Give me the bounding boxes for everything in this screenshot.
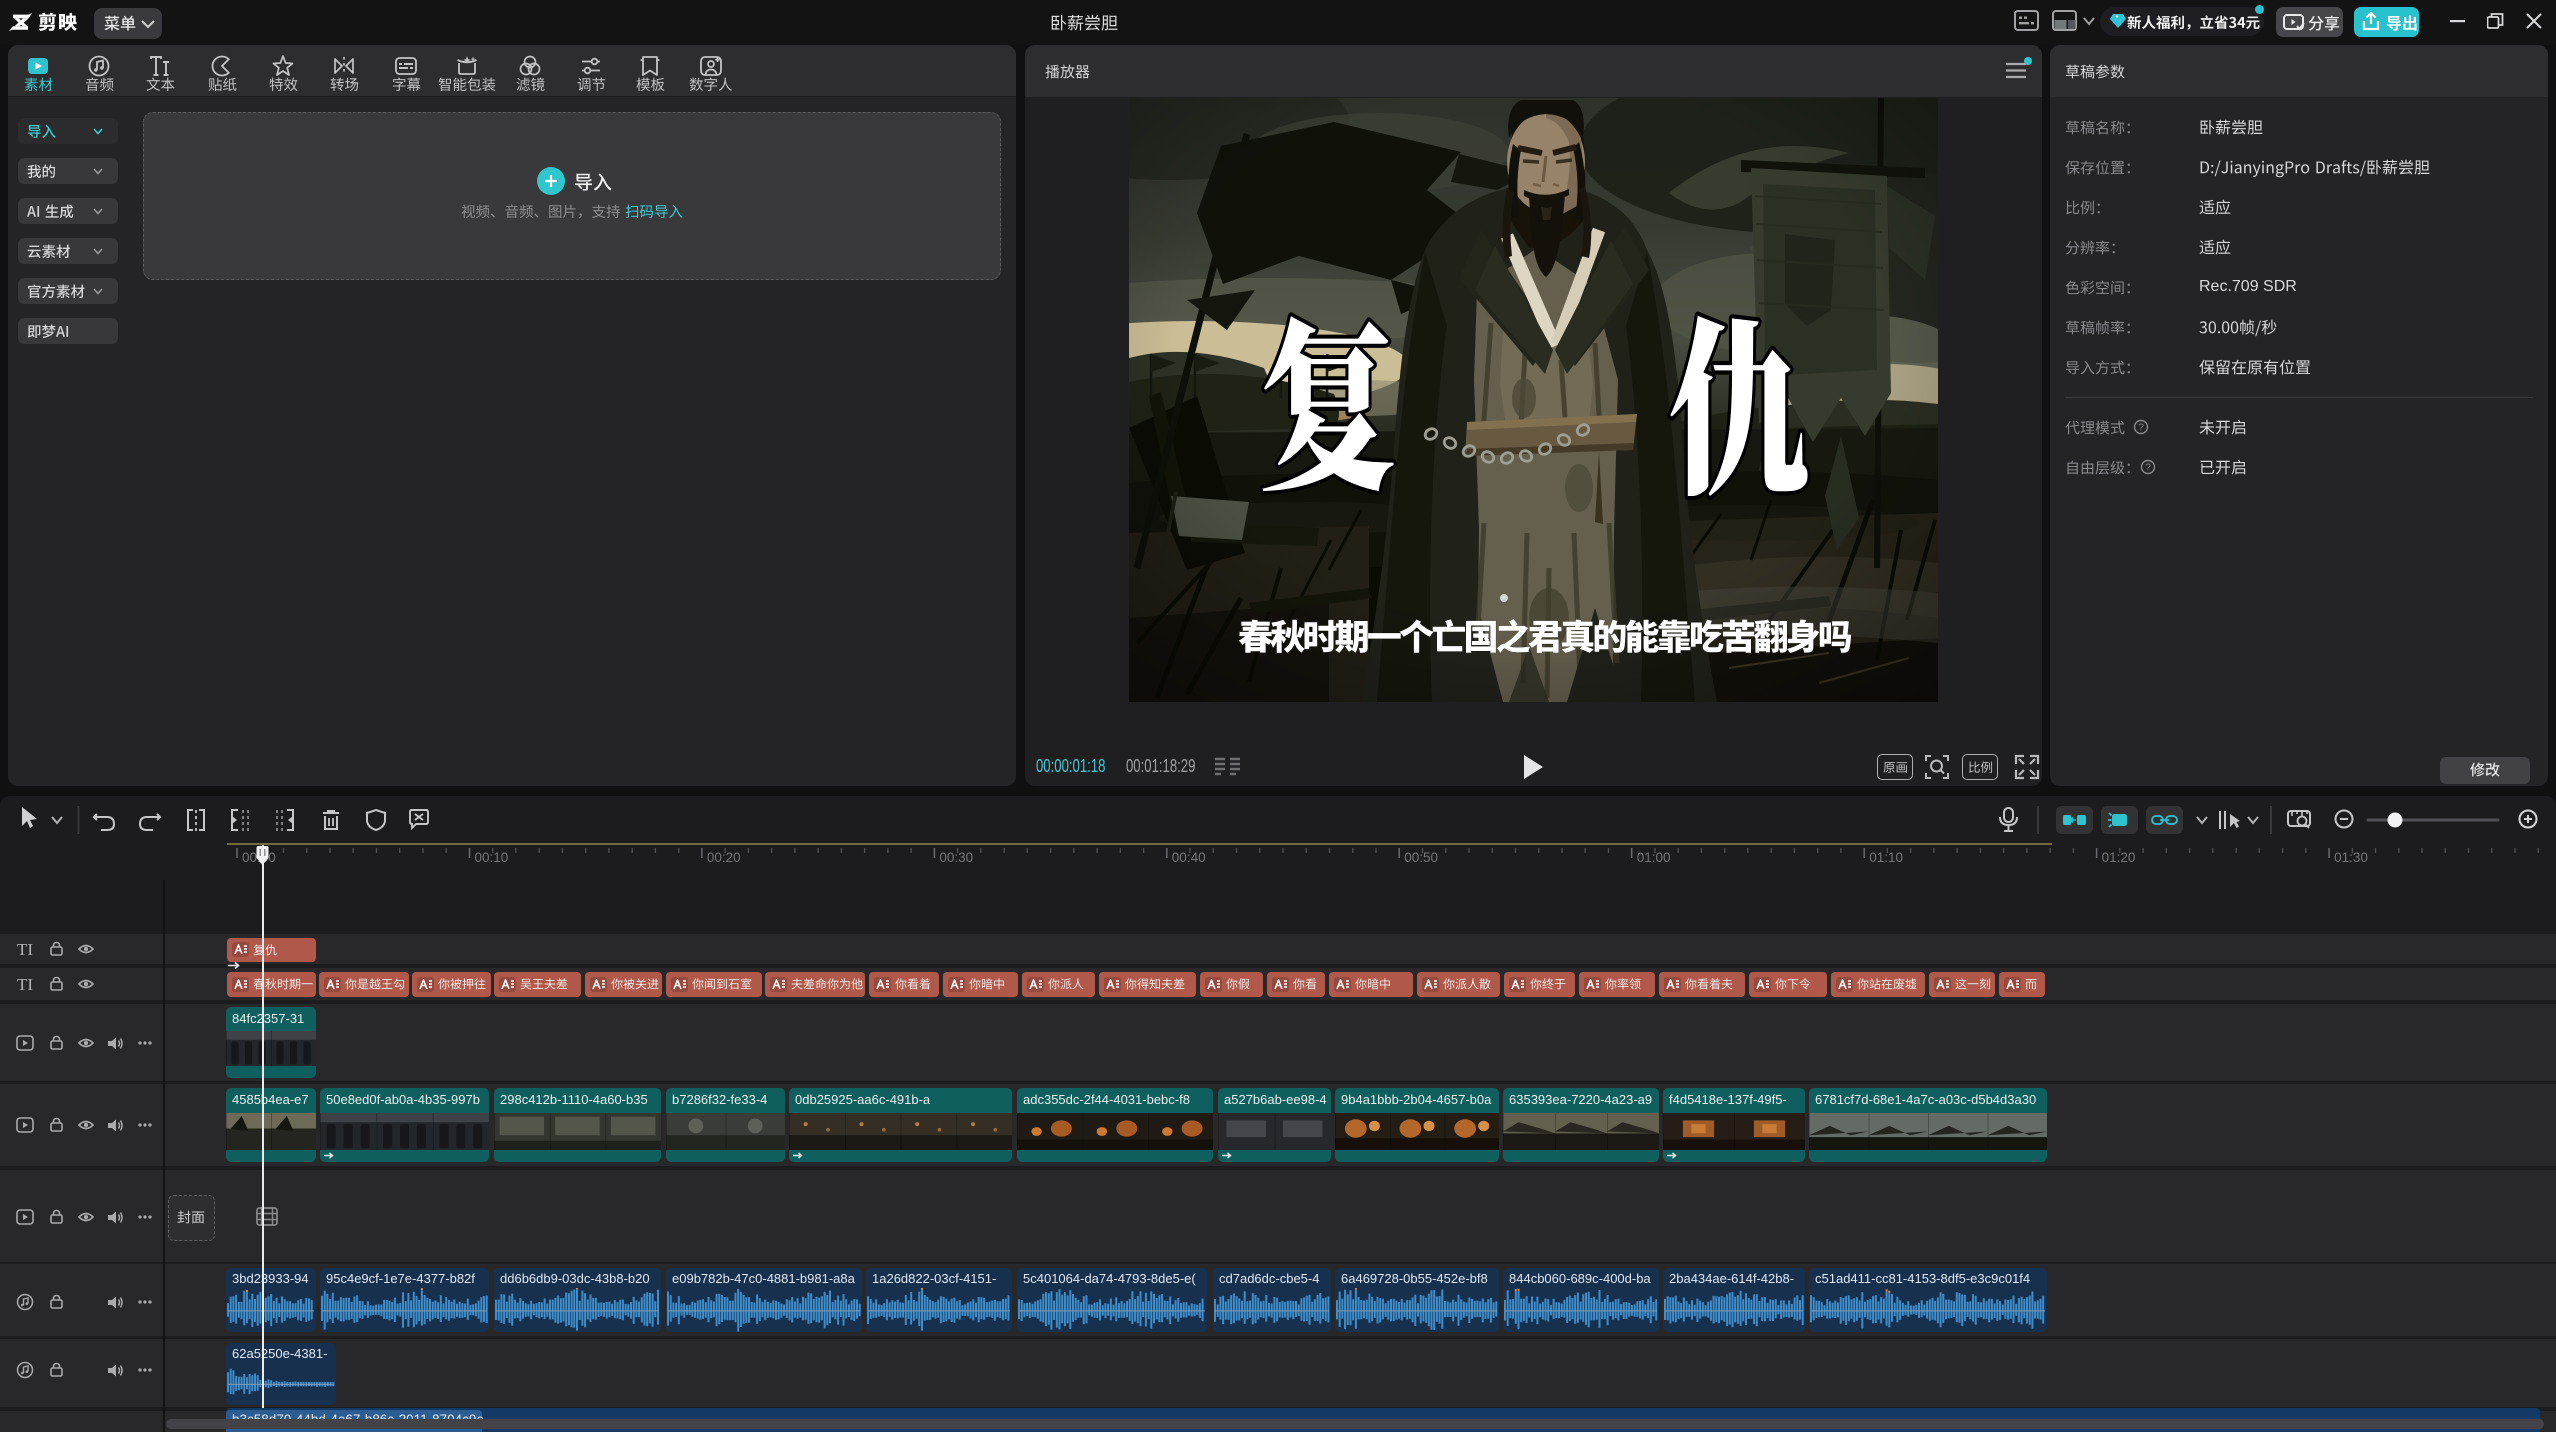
svg-text:01:30: 01:30 [2334,850,2368,865]
svg-text:00:30: 00:30 [939,850,973,865]
svg-text:TI: TI [17,940,33,959]
svg-text:00:50: 00:50 [1404,850,1438,865]
svg-text:TI: TI [17,975,33,994]
svg-text:00:20: 00:20 [707,850,741,865]
svg-text:01:10: 01:10 [1869,850,1903,865]
svg-text:00:40: 00:40 [1172,850,1206,865]
svg-text:01:00: 01:00 [1637,850,1671,865]
svg-text:00:10: 00:10 [475,850,509,865]
svg-text:01:20: 01:20 [2102,850,2136,865]
